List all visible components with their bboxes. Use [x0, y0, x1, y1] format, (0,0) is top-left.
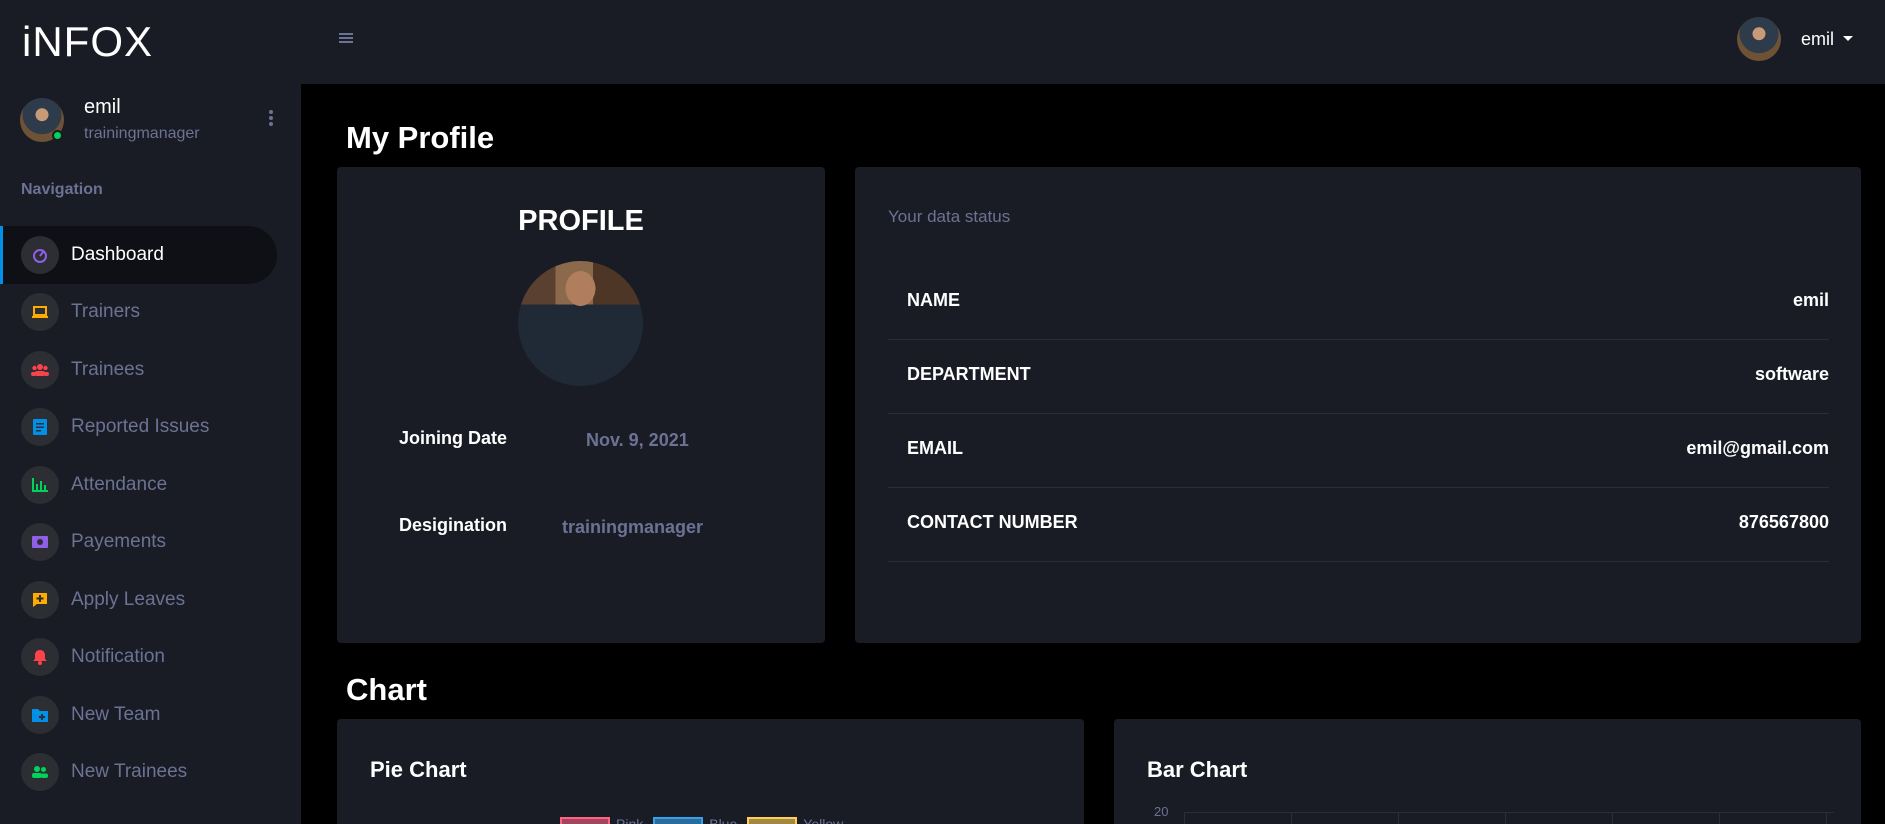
legend-item[interactable]: Pink [560, 816, 643, 824]
sidebar-item-attendance[interactable]: Attendance [0, 456, 301, 514]
top-navbar: emil [301, 0, 1885, 84]
money-icon [21, 523, 59, 562]
sidebar-nav: Dashboard Trainers Trainees Reported Iss… [0, 226, 301, 801]
row-key: NAME [907, 290, 960, 310]
legend-item[interactable]: Blue [653, 816, 737, 824]
sidebar-item-apply-leaves[interactable]: Apply Leaves [0, 571, 301, 629]
legend-label: Pink [616, 816, 644, 824]
sidebar-item-notification[interactable]: Notification [0, 629, 301, 687]
sidebar-item-dashboard[interactable]: Dashboard [0, 226, 277, 284]
legend-swatch [560, 817, 610, 824]
folder-plus-icon [21, 695, 59, 734]
chart-section-title: Chart [346, 672, 427, 707]
sidebar-item-label: Dashboard [71, 243, 164, 265]
data-status-heading: Your data status [888, 207, 1011, 226]
gridline [1826, 812, 1827, 824]
table-row: EMAIL emil@gmail.com [888, 414, 1829, 488]
brand-logo[interactable]: iNFOX [22, 18, 153, 66]
joining-date-value: Nov. 9, 2021 [586, 430, 689, 450]
gridline [1612, 812, 1613, 824]
sidebar-item-label: Trainers [71, 301, 140, 323]
bell-icon [21, 638, 59, 677]
sidebar-item-reported-issues[interactable]: Reported Issues [0, 399, 301, 457]
user-group-icon [21, 753, 59, 792]
profile-card: PROFILE Joining Date Nov. 9, 2021 Desigi… [337, 167, 825, 643]
sidebar-item-label: Trainees [71, 358, 145, 380]
sidebar-item-label: Reported Issues [71, 416, 210, 438]
sidebar-item-label: New Team [71, 703, 161, 725]
row-value: software [1754, 364, 1829, 384]
pie-chart-card: Pie Chart Pink Blue Yellow [337, 719, 1084, 824]
joining-date-label: Joining Date [399, 428, 508, 448]
row-value: emil [1792, 290, 1829, 310]
designation-label: Desigination [399, 515, 508, 535]
message-plus-icon [21, 580, 59, 619]
gridline [1184, 812, 1185, 824]
data-status-card: Your data status NAME emil DEPARTMENT so… [855, 167, 1861, 643]
profile-photo [518, 261, 643, 386]
row-value: emil@gmail.com [1686, 438, 1829, 458]
sidebar-item-label: New Trainees [71, 761, 188, 783]
legend-label: Blue [709, 816, 738, 824]
gridline [1505, 812, 1506, 824]
designation-value: trainingmanager [562, 517, 704, 537]
sidebar-item-label: Payements [71, 531, 167, 553]
sidebar-item-trainers[interactable]: Trainers [0, 284, 301, 342]
user-menu-name[interactable]: emil [1801, 29, 1834, 50]
table-row: NAME emil [888, 266, 1829, 340]
menu-toggle-icon[interactable] [339, 33, 353, 44]
gridline [1184, 812, 1834, 813]
kebab-menu-icon[interactable] [263, 108, 279, 132]
row-key: CONTACT NUMBER [907, 512, 1078, 532]
bar-chart-icon [21, 465, 59, 504]
gridline [1719, 812, 1720, 824]
pie-chart-title: Pie Chart [370, 757, 467, 782]
legend-label: Yellow [803, 816, 844, 824]
gridline [1291, 812, 1292, 824]
legend-swatch [653, 817, 704, 824]
table-row: DEPARTMENT software [888, 340, 1829, 414]
chart-legend: Pink Blue Yellow [560, 816, 843, 824]
profile-card-title: PROFILE [518, 205, 644, 237]
sidebar-item-new-team[interactable]: New Team [0, 686, 301, 744]
bar-chart-title: Bar Chart [1147, 757, 1248, 782]
gridline [1398, 812, 1399, 824]
laptop-icon [21, 293, 59, 332]
sidebar-user-name: emil [84, 96, 121, 118]
chevron-down-icon[interactable] [1843, 36, 1853, 41]
y-axis-tick: 20 [1154, 804, 1169, 819]
sidebar-user-role: trainingmanager [84, 125, 200, 142]
legend-item[interactable]: Yellow [747, 816, 843, 824]
nav-heading: Navigation [21, 181, 103, 198]
sidebar-item-label: Attendance [71, 473, 168, 495]
sidebar-profile: emil trainingmanager [20, 96, 290, 146]
bar-chart-card: Bar Chart 20 [1114, 719, 1861, 824]
avatar[interactable] [1737, 17, 1781, 61]
legend-swatch [747, 817, 798, 824]
sidebar-item-label: Notification [71, 646, 165, 668]
sidebar-item-label: Apply Leaves [71, 588, 186, 610]
sidebar: iNFOX emil trainingmanager Navigation Da… [0, 0, 301, 824]
row-key: EMAIL [907, 438, 963, 458]
sidebar-item-new-trainees[interactable]: New Trainees [0, 744, 301, 802]
page-title: My Profile [346, 120, 495, 155]
document-icon [21, 408, 59, 447]
sidebar-item-payements[interactable]: Payements [0, 514, 301, 572]
speedometer-icon [21, 235, 59, 274]
row-value: 876567800 [1738, 512, 1829, 532]
online-status-dot [52, 130, 63, 141]
row-key: DEPARTMENT [907, 364, 1031, 384]
users-icon [21, 350, 59, 389]
table-row: CONTACT NUMBER 876567800 [888, 488, 1829, 562]
sidebar-item-trainees[interactable]: Trainees [0, 341, 301, 399]
